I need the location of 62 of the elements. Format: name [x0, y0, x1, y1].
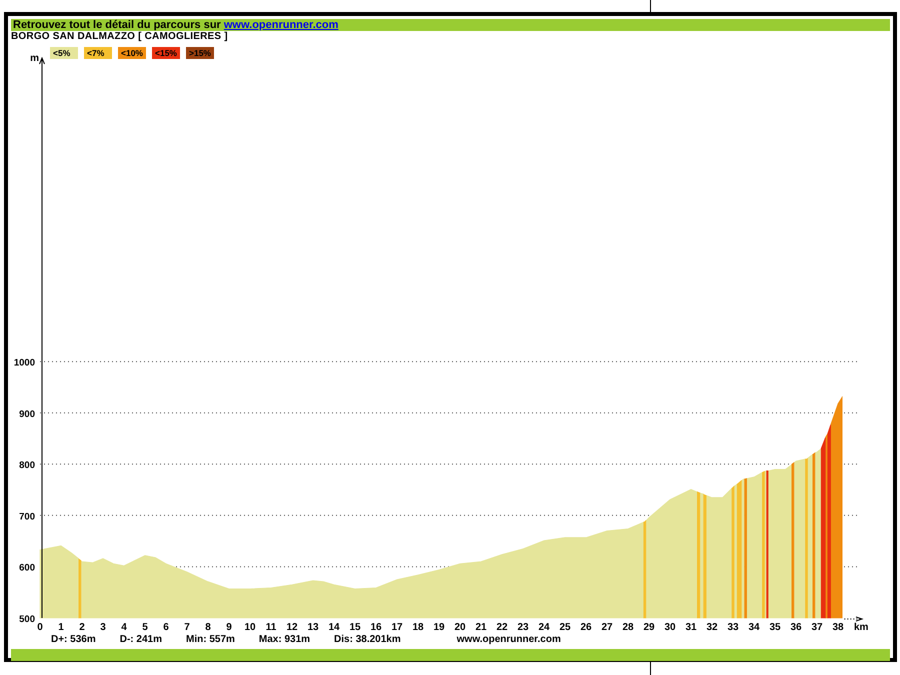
- x-tick-label: 24: [538, 622, 550, 633]
- y-tick-label: 900: [19, 408, 35, 420]
- x-tick-label: 19: [433, 622, 445, 633]
- y-axis-label: m: [30, 53, 39, 64]
- legend-label: <7%: [87, 48, 104, 58]
- x-tick-label: 32: [706, 622, 718, 633]
- y-tick-label: 700: [19, 511, 35, 522]
- x-tick-label: 15: [349, 622, 361, 633]
- x-tick-label: 4: [121, 622, 127, 633]
- y-tick-label: 500: [19, 614, 35, 625]
- x-tick-label: 34: [748, 622, 760, 633]
- x-tick-label: 0: [37, 622, 43, 633]
- x-tick-label: 5: [142, 622, 148, 633]
- y-tick-label: 600: [19, 562, 35, 574]
- x-tick-label: 2: [79, 622, 85, 633]
- x-tick-label: 25: [559, 622, 571, 633]
- x-tick-label: 13: [307, 622, 319, 633]
- x-tick-label: 36: [790, 622, 802, 633]
- stat-text: Min: 557m: [186, 634, 235, 646]
- y-tick-label: 800: [19, 460, 35, 472]
- x-axis-arrow: [844, 616, 864, 622]
- stat-text: D-: 241m: [120, 634, 162, 646]
- x-tick-label: 17: [391, 622, 403, 633]
- x-tick-label: 29: [643, 622, 655, 633]
- legend-label: <10%: [121, 48, 143, 58]
- legend-label: >15%: [189, 48, 211, 58]
- x-tick-label: 30: [664, 622, 676, 633]
- x-tick-label: 7: [184, 622, 190, 633]
- header-text: Retrouvez tout le détail du parcours sur: [13, 19, 222, 31]
- stat-text: Max: 931m: [258, 634, 310, 646]
- x-tick-label: 8: [205, 622, 211, 633]
- x-tick-label: 1: [58, 622, 64, 633]
- site-address: www.openrunner.com: [456, 634, 561, 646]
- x-tick-label: 28: [622, 622, 634, 633]
- x-tick-label: 23: [517, 622, 529, 633]
- x-tick-label: 9: [226, 622, 232, 633]
- x-tick-label: 6: [163, 622, 169, 633]
- x-tick-label: 26: [580, 622, 592, 633]
- x-tick-label: 3: [100, 622, 106, 633]
- route-title: BORGO SAN DALMAZZO [ CAMOGLIERES ]: [11, 31, 228, 42]
- x-tick-label: 31: [685, 622, 697, 633]
- x-tick-label: 22: [496, 622, 508, 633]
- x-tick-label: 21: [475, 622, 487, 633]
- x-tick-label: 12: [286, 622, 298, 633]
- stat-text: Dis: 38.201km: [334, 634, 401, 646]
- legend-label: <5%: [53, 48, 70, 58]
- x-tick-label: 16: [370, 622, 382, 633]
- x-tick-label: 38: [832, 622, 844, 633]
- legend-label: <15%: [155, 48, 177, 58]
- y-tick-label: 1000: [14, 358, 35, 369]
- stat-text: D+: 536m: [51, 634, 96, 646]
- x-tick-label: 18: [412, 622, 424, 633]
- site-link[interactable]: www.openrunner.com: [224, 19, 338, 31]
- x-tick-label: 20: [454, 622, 466, 633]
- x-tick-label: 33: [727, 622, 739, 633]
- x-tick-label: 37: [811, 622, 823, 633]
- x-axis-label: km: [854, 622, 868, 633]
- x-tick-label: 35: [769, 622, 781, 633]
- x-tick-label: 27: [601, 622, 613, 633]
- x-tick-label: 14: [328, 622, 340, 633]
- x-tick-label: 11: [266, 622, 276, 633]
- x-tick-label: 10: [244, 622, 256, 633]
